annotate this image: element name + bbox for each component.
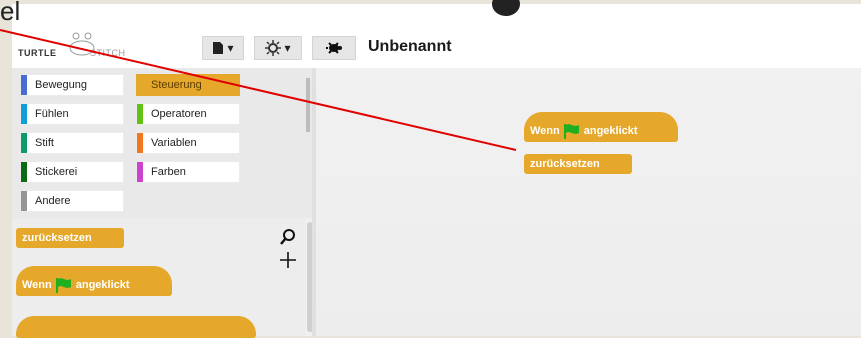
category-andere[interactable]: Andere — [20, 190, 124, 212]
screen: el TURTLE STITCH ▾ ▾ Unbenannt Bewegung … — [0, 0, 861, 338]
logo-text-stitch: STITCH — [90, 48, 126, 58]
turtlestitch-app: TURTLE STITCH ▾ ▾ Unbenannt Bewegung Ste… — [12, 24, 861, 338]
category-label: Operatoren — [151, 108, 207, 120]
logo-text-turtle: TURTLE — [18, 48, 57, 58]
left-panel: Bewegung Steuerung Fühlen Operatoren Sti… — [12, 68, 315, 338]
category-bewegung[interactable]: Bewegung — [20, 74, 124, 96]
project-title: Unbenannt — [368, 38, 452, 55]
settings-dropdown-arrow: ▾ — [284, 41, 291, 55]
block-label: Wenn — [22, 279, 52, 291]
category-label: Stickerei — [35, 166, 78, 178]
category-farben[interactable]: Farben — [136, 161, 240, 183]
block-palette: zurücksetzen Wenn angeklickt — [12, 218, 315, 338]
category-label: Farben — [151, 166, 186, 178]
category-stift[interactable]: Stift — [20, 132, 124, 154]
green-flag-icon — [55, 278, 71, 293]
script-block-zuruecksetzen[interactable]: zurücksetzen — [524, 154, 632, 174]
category-operatoren[interactable]: Operatoren — [136, 103, 240, 125]
turtle-button[interactable] — [312, 36, 356, 60]
block-label-suffix: angeklickt — [75, 279, 130, 291]
block-label-suffix: angeklickt — [583, 124, 638, 137]
toolbar: TURTLE STITCH ▾ ▾ Unbenannt — [12, 24, 861, 68]
category-color-swatch — [21, 191, 27, 211]
file-menu-button[interactable]: ▾ — [202, 36, 244, 60]
file-dropdown-arrow: ▾ — [227, 41, 234, 55]
category-color-swatch — [21, 162, 27, 182]
category-variablen[interactable]: Variablen — [136, 132, 240, 154]
palette-block-when-flag-clicked[interactable]: Wenn angeklickt — [16, 266, 172, 296]
block-label: Wenn — [530, 124, 560, 137]
category-label: Andere — [35, 195, 71, 207]
palette-tools — [276, 228, 300, 278]
block-label: zurücksetzen — [22, 232, 92, 244]
category-color-swatch — [137, 162, 143, 182]
top-strip: el — [0, 0, 861, 26]
category-scroll-handle[interactable] — [306, 78, 310, 132]
cut-off-text: el — [0, 0, 21, 26]
file-icon — [213, 42, 224, 54]
category-steuerung[interactable]: Steuerung — [136, 74, 240, 96]
category-label: Steuerung — [151, 79, 202, 91]
category-stickerei[interactable]: Stickerei — [20, 161, 124, 183]
category-color-swatch — [21, 104, 27, 124]
record-indicator-icon — [492, 0, 520, 16]
category-color-swatch — [137, 104, 143, 124]
category-fuehlen[interactable]: Fühlen — [20, 103, 124, 125]
gear-icon — [265, 40, 282, 56]
settings-menu-button[interactable]: ▾ — [254, 36, 302, 60]
category-color-swatch — [21, 133, 27, 153]
plus-icon[interactable] — [278, 250, 298, 270]
script-block-when-flag-clicked[interactable]: Wenn angeklickt — [524, 112, 678, 142]
block-label: zurücksetzen — [530, 158, 600, 170]
category-selector: Bewegung Steuerung Fühlen Operatoren Sti… — [12, 68, 315, 218]
scripting-area[interactable]: Wenn angeklickt zurücksetzen — [316, 68, 861, 336]
green-flag-icon — [563, 123, 579, 139]
category-color-swatch — [137, 133, 143, 153]
category-color-swatch — [21, 75, 27, 95]
turtlestitch-logo[interactable]: TURTLE STITCH — [18, 30, 158, 62]
palette-block-zuruecksetzen[interactable]: zurücksetzen — [16, 228, 124, 248]
search-icon[interactable] — [279, 228, 297, 246]
category-label: Fühlen — [35, 108, 69, 120]
category-color-swatch — [137, 75, 143, 95]
palette-block-partial[interactable] — [16, 316, 256, 338]
category-label: Variablen — [151, 137, 197, 149]
category-label: Stift — [35, 137, 54, 149]
category-label: Bewegung — [35, 79, 87, 91]
turtle-icon — [326, 42, 342, 54]
